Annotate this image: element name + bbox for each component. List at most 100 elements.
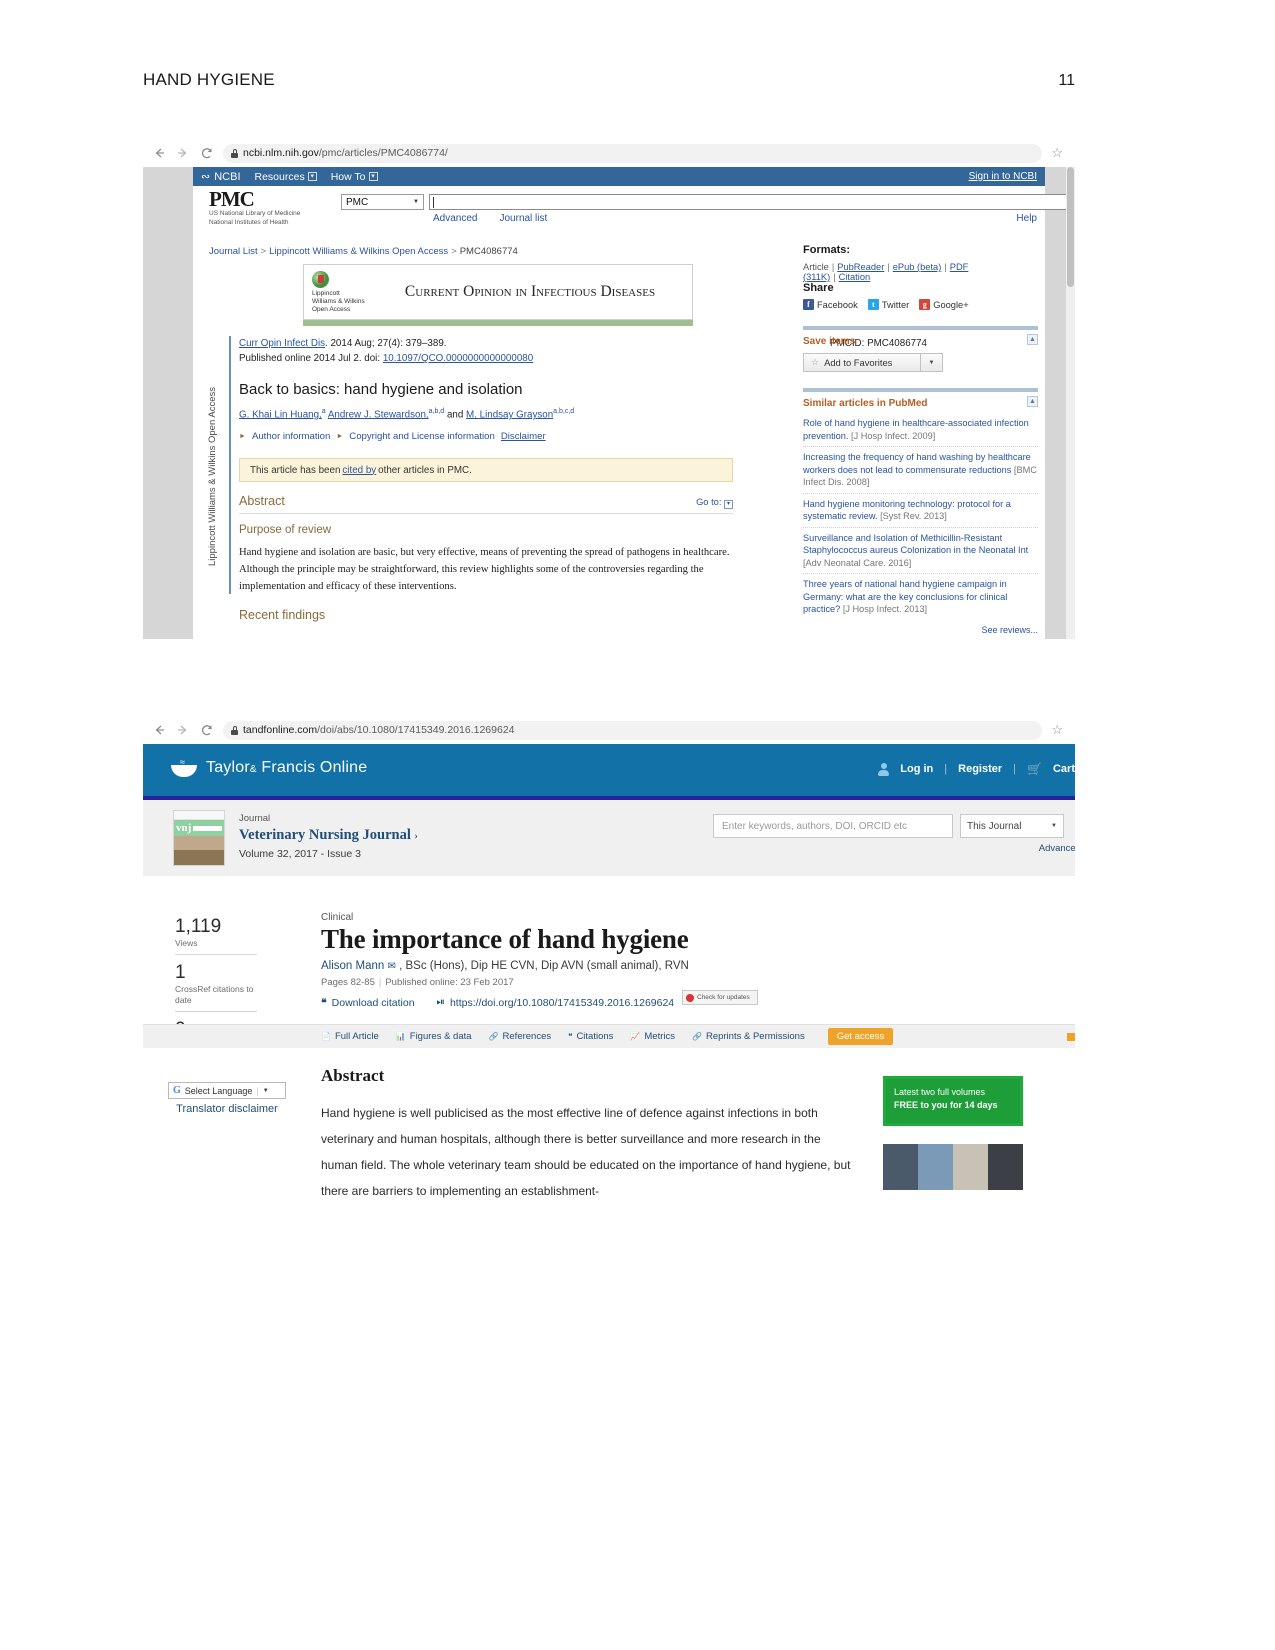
browser-chrome-pmc: ncbi.nlm.nih.gov/pmc/articles/PMC4086774… <box>143 139 1075 167</box>
envelope-icon[interactable]: ✉ <box>388 961 396 972</box>
advanced-search-link[interactable]: Advanced <box>433 213 477 224</box>
search-sub-links: Advanced Journal list <box>433 213 547 224</box>
goto-link[interactable]: Go to: ▾ <box>696 497 733 509</box>
ncbi-logo[interactable]: ∾ NCBI <box>201 170 241 184</box>
cited-by-banner: This article has been cited by other art… <box>239 458 733 482</box>
text-caret <box>433 197 434 208</box>
facebook-icon: f <box>803 299 814 310</box>
search-scope-select[interactable]: This Journal ▼ <box>960 814 1064 838</box>
register-link[interactable]: Register <box>958 763 1002 775</box>
tab-label: Metrics <box>644 1031 675 1042</box>
doi-link[interactable]: 10.1097/QCO.0000000000000080 <box>383 353 533 364</box>
vertical-scrollbar[interactable] <box>1066 167 1075 639</box>
disclaimer-link[interactable]: Disclaimer <box>501 431 546 442</box>
menu-how-to[interactable]: How To ▾ <box>331 171 378 183</box>
divider <box>175 1011 257 1012</box>
forward-arrow-icon[interactable] <box>175 723 190 738</box>
format-epub[interactable]: ePub (beta) <box>893 262 942 272</box>
author-information-link[interactable]: Author information <box>252 431 330 442</box>
google-icon: G <box>173 1085 181 1096</box>
author-1-affil: a <box>321 408 326 415</box>
tab-citations[interactable]: ❝ Citations <box>568 1031 613 1042</box>
list-item[interactable]: Role of hand hygiene in healthcare-assoc… <box>803 413 1038 447</box>
abstract-section-heading: Abstract Go to: ▾ <box>239 494 733 514</box>
address-bar-pmc[interactable]: ncbi.nlm.nih.gov/pmc/articles/PMC4086774… <box>223 143 1043 163</box>
help-link[interactable]: Help <box>1016 213 1037 224</box>
pmc-right-sidebar: Formats: Article | PubReader | ePub (beta) | P… <box>803 244 1038 639</box>
get-access-button[interactable]: Get access <box>827 1028 894 1045</box>
collapse-icon[interactable]: ▲ <box>1027 334 1038 345</box>
author-conjunction: and <box>446 409 464 421</box>
author-1[interactable]: G. Khai Lin Huang, <box>239 409 322 420</box>
format-pubreader[interactable]: PubReader <box>837 262 884 272</box>
brand-ampersand: & <box>249 764 257 775</box>
format-article[interactable]: Article <box>803 262 829 272</box>
list-item[interactable]: Surveillance and Isolation of Methicilli… <box>803 528 1038 574</box>
journal-title-link[interactable]: Veterinary Nursing Journal › <box>239 827 418 844</box>
database-select[interactable]: PMC ▼ <box>341 194 424 210</box>
format-citation[interactable]: Citation <box>839 272 871 282</box>
scrollbar-thumb[interactable] <box>1067 167 1074 287</box>
author-3[interactable]: M. Lindsay Grayson <box>466 409 553 420</box>
promo-banner[interactable]: Latest two full volumes FREE to you for … <box>883 1076 1023 1126</box>
cited-by-link[interactable]: cited by <box>342 465 376 476</box>
chevron-down-icon[interactable]: ▼ <box>920 354 942 371</box>
doi-link[interactable]: ⏯ https://doi.org/10.1080/17415349.2016.1… <box>437 996 675 1009</box>
tab-references[interactable]: 🔗 References <box>489 1031 552 1042</box>
add-to-favorites-button[interactable]: ☆ Add to Favorites ▼ <box>803 353 943 372</box>
reload-icon[interactable] <box>199 146 214 161</box>
journal-kicker: Journal <box>239 813 271 824</box>
author-name[interactable]: Alison Mann <box>321 960 384 972</box>
tab-reprints-permissions[interactable]: 🔗 Reprints & Permissions <box>692 1031 805 1042</box>
reload-icon[interactable] <box>199 723 214 738</box>
copyright-info-link[interactable]: Copyright and License information <box>349 431 495 442</box>
share-googleplus[interactable]: g Google+ <box>919 299 969 310</box>
author-credentials: , BSc (Hons), Dip HE CVN, Dip AVN (small… <box>399 960 689 972</box>
tab-metrics[interactable]: 📈 Metrics <box>630 1031 675 1042</box>
check-for-updates-badge[interactable]: Check for updates <box>682 990 758 1005</box>
journal-abbrev-link[interactable]: Curr Opin Infect Dis <box>239 338 325 349</box>
tandf-viewport: ≈ Taylor& Francis Online Log in | Regist… <box>143 744 1075 1216</box>
cart-label[interactable]: Cart <box>1053 763 1075 775</box>
share-facebook[interactable]: f Facebook <box>803 299 858 310</box>
list-item[interactable]: Hand hygiene monitoring technology: prot… <box>803 494 1038 528</box>
star-icon: ☆ <box>811 357 820 367</box>
back-arrow-icon[interactable] <box>151 146 166 161</box>
select-language-dropdown[interactable]: G Select Language | ▼ <box>168 1082 286 1099</box>
tab-figures-data[interactable]: 📊 Figures & data <box>396 1031 472 1042</box>
add-to-favorites-label: Add to Favorites <box>824 357 893 368</box>
menu-resources[interactable]: Resources ▾ <box>255 171 317 183</box>
back-arrow-icon[interactable] <box>151 723 166 738</box>
address-bar-tandf[interactable]: tandfonline.com/doi/abs/10.1080/17415349… <box>223 720 1043 740</box>
forward-arrow-icon[interactable] <box>175 146 190 161</box>
search-input[interactable] <box>429 194 1075 210</box>
breadcrumb-item-journal-list[interactable]: Journal List <box>209 246 258 257</box>
pmc-logo[interactable]: PMC US National Library of Medicine Nati… <box>209 189 300 227</box>
star-icon[interactable]: ☆ <box>1051 145 1063 161</box>
chevron-down-icon: ▾ <box>368 172 378 181</box>
list-item[interactable]: Increasing the frequency of hand washing… <box>803 447 1038 494</box>
see-reviews-link[interactable]: See reviews... <box>803 625 1038 635</box>
video-thumbnail-strip[interactable] <box>883 1144 1023 1190</box>
share-twitter[interactable]: t Twitter <box>867 299 909 310</box>
pmc-viewport: ∾ NCBI Resources ▾ How To ▾ Sign in to N… <box>143 167 1075 639</box>
author-2[interactable]: Andrew J. Stewardson, <box>328 409 429 420</box>
translator-disclaimer-link[interactable]: Translator disclaimer <box>168 1103 286 1115</box>
star-icon[interactable]: ☆ <box>1051 722 1063 738</box>
advanced-search-link[interactable]: Advanced <box>1039 843 1075 854</box>
journal-list-link[interactable]: Journal list <box>499 213 547 224</box>
tab-full-article[interactable]: 📄 Full Article <box>321 1031 379 1042</box>
search-input[interactable]: Enter keywords, authors, DOI, ORCID etc <box>713 814 953 838</box>
metric-value: 1 <box>175 962 186 983</box>
tandf-logo[interactable]: ≈ Taylor& Francis Online <box>171 758 367 778</box>
sign-in-link[interactable]: Sign in to NCBI <box>969 171 1037 182</box>
article-actions: ❝ Download citation ⏯ https://doi.org/10.1… <box>321 996 674 1009</box>
journal-cover-thumbnail[interactable]: vnj <box>173 810 225 866</box>
download-citation-button[interactable]: ❝ Download citation <box>321 997 415 1009</box>
translate-widget: G Select Language | ▼ Translator disclai… <box>168 1082 286 1115</box>
cart-icon[interactable]: 🛒 <box>1027 762 1042 776</box>
breadcrumb-item-publisher[interactable]: Lippincott Williams & Wilkins Open Acces… <box>269 246 448 257</box>
log-in-link[interactable]: Log in <box>900 763 933 775</box>
list-item[interactable]: Three years of national hand hygiene cam… <box>803 574 1038 620</box>
collapse-icon[interactable]: ▲ <box>1027 396 1038 407</box>
